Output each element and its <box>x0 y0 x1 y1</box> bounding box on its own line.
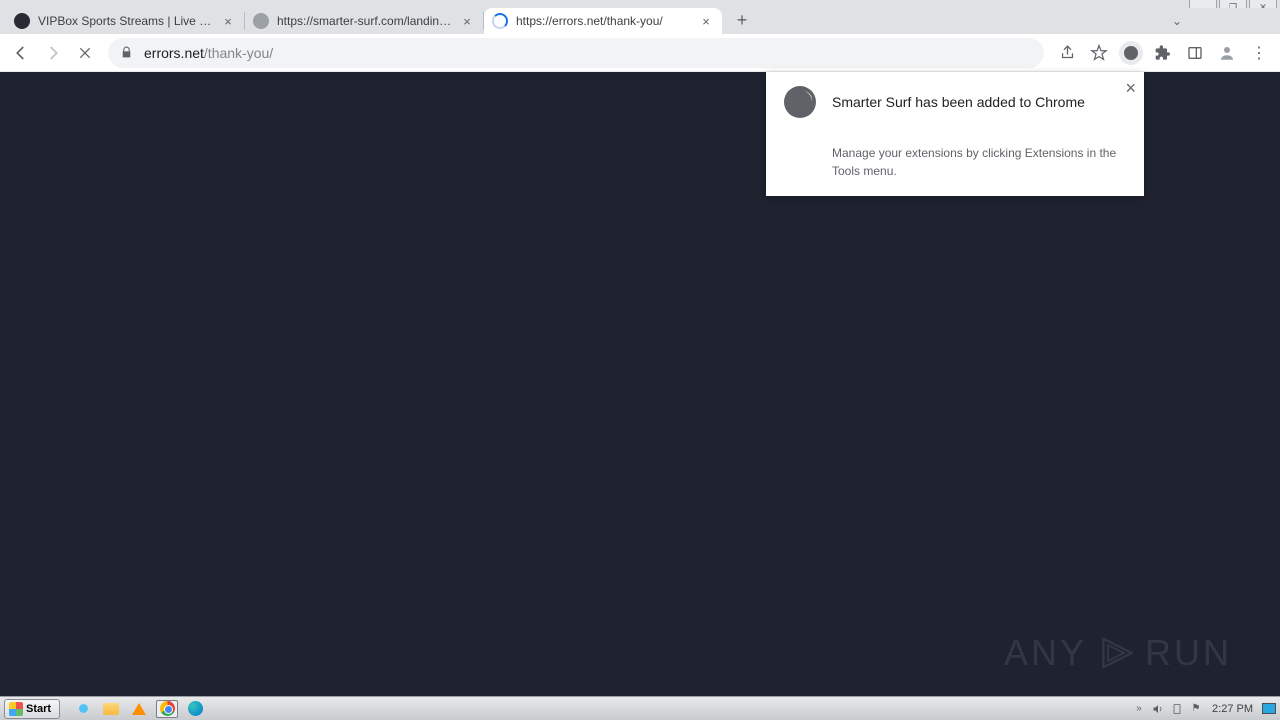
share-button[interactable] <box>1052 38 1082 68</box>
tab-title: VIPBox Sports Streams | Live VIPBo <box>38 14 216 28</box>
vlc-taskbar-icon[interactable] <box>128 700 150 718</box>
popup-title: Smarter Surf has been added to Chrome <box>832 94 1085 110</box>
tab-errors-net[interactable]: https://errors.net/thank-you/ × <box>484 8 722 34</box>
forward-button[interactable] <box>38 38 68 68</box>
volume-icon[interactable] <box>1151 702 1165 716</box>
tab-title: https://smarter-surf.com/landing/?a <box>277 14 455 28</box>
back-button[interactable] <box>6 38 36 68</box>
tab-title: https://errors.net/thank-you/ <box>516 14 694 28</box>
new-tab-button[interactable]: + <box>728 6 756 34</box>
popup-close-button[interactable]: × <box>1125 78 1136 99</box>
url-path: /thank-you/ <box>204 45 273 61</box>
os-titlebar: — ❐ ✕ <box>0 0 1280 8</box>
tab-strip: VIPBox Sports Streams | Live VIPBo × htt… <box>0 8 1280 34</box>
smarter-surf-extension-button[interactable] <box>1116 38 1146 68</box>
chrome-taskbar-icon[interactable] <box>156 700 178 718</box>
extensions-button[interactable] <box>1148 38 1178 68</box>
start-label: Start <box>26 703 51 715</box>
windows-logo-icon <box>9 702 23 716</box>
explorer-taskbar-icon[interactable] <box>100 700 122 718</box>
show-desktop-icon[interactable] <box>1262 703 1276 714</box>
tab-smarter-surf[interactable]: https://smarter-surf.com/landing/?a × <box>245 8 483 34</box>
favicon-icon <box>253 13 269 29</box>
address-bar[interactable]: errors.net/thank-you/ <box>108 38 1044 68</box>
start-button[interactable]: Start <box>4 699 60 719</box>
sidepanel-button[interactable] <box>1180 38 1210 68</box>
action-center-icon[interactable]: ⚑ <box>1189 702 1203 716</box>
bookmark-button[interactable] <box>1084 38 1114 68</box>
usb-icon[interactable] <box>1170 702 1184 716</box>
edge-taskbar-icon[interactable] <box>184 700 206 718</box>
taskbar-clock[interactable]: 2:27 PM <box>1212 703 1253 715</box>
extension-icon <box>784 86 816 118</box>
taskbar-apps <box>72 700 206 718</box>
profile-button[interactable] <box>1212 38 1242 68</box>
play-triangle-icon <box>1097 634 1135 672</box>
windows-taskbar: Start » ⚑ 2:27 PM <box>0 696 1280 720</box>
favicon-icon <box>14 13 30 29</box>
stop-reload-button[interactable] <box>70 38 100 68</box>
tab-close-button[interactable]: × <box>459 13 475 29</box>
anyrun-watermark: ANY RUN <box>1004 632 1232 674</box>
tray-expand-icon[interactable]: » <box>1132 702 1146 716</box>
tab-close-button[interactable]: × <box>220 13 236 29</box>
extension-added-popup: × Smarter Surf has been added to Chrome … <box>766 72 1144 196</box>
browser-toolbar: errors.net/thank-you/ ⋮ <box>0 34 1280 72</box>
chrome-menu-button[interactable]: ⋮ <box>1244 38 1274 68</box>
tab-vipbox[interactable]: VIPBox Sports Streams | Live VIPBo × <box>6 8 244 34</box>
system-tray: » ⚑ 2:27 PM <box>1132 702 1280 716</box>
ie-taskbar-icon[interactable] <box>72 700 94 718</box>
watermark-text-right: RUN <box>1145 632 1232 674</box>
popup-body: Manage your extensions by clicking Exten… <box>784 144 1126 180</box>
tab-close-button[interactable]: × <box>698 13 714 29</box>
lock-icon <box>120 46 134 60</box>
loading-spinner-icon <box>492 13 508 29</box>
watermark-text-left: ANY <box>1004 632 1087 674</box>
tab-search-button[interactable]: ⌄ <box>1172 14 1182 28</box>
url-host: errors.net <box>144 45 204 61</box>
